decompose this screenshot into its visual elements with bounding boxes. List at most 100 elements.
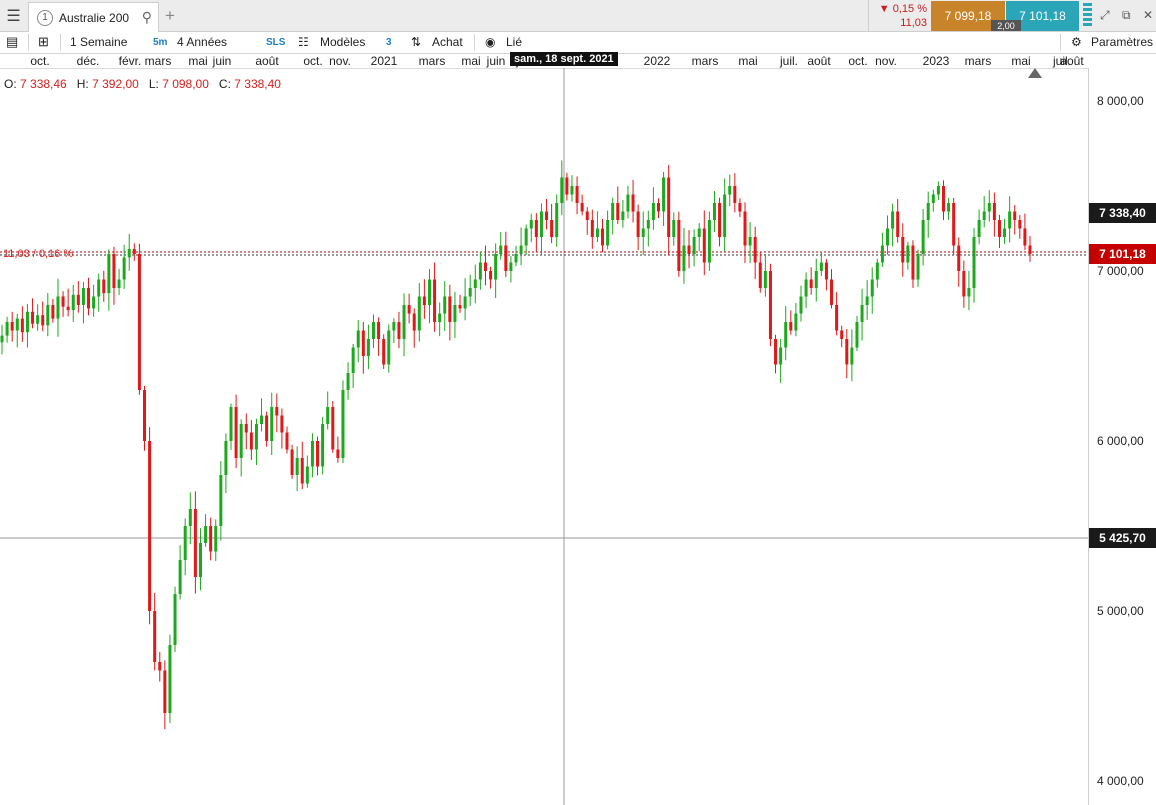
expand-icon[interactable]: ⤢: [1100, 8, 1110, 23]
candle: [534, 213, 538, 252]
candle: [957, 237, 961, 287]
candle-body: [458, 305, 462, 309]
candle: [397, 311, 401, 349]
candle-body: [153, 611, 157, 662]
candle: [148, 427, 152, 625]
candle: [142, 385, 146, 451]
candle-body: [46, 305, 50, 326]
candle: [672, 212, 676, 246]
candle-body: [550, 220, 554, 237]
candle: [962, 260, 966, 308]
interval-badge: 5m: [153, 37, 168, 48]
candle: [468, 274, 472, 306]
candle-body: [1028, 245, 1032, 254]
layout-grid-icon[interactable]: ⊞: [38, 34, 49, 50]
candle-body: [285, 432, 289, 450]
candle: [723, 178, 727, 252]
market-depth-icon[interactable]: [1083, 3, 1093, 29]
tab-australie-200[interactable]: 1 Australie 200 ⚲: [28, 2, 159, 32]
candle-body: [565, 177, 569, 195]
candle-body: [407, 305, 411, 314]
interval-selector[interactable]: 1 Semaine: [70, 35, 127, 49]
candle-body: [957, 245, 961, 271]
popout-icon[interactable]: ⧉: [1122, 8, 1131, 23]
models-icon[interactable]: ☷: [298, 35, 309, 49]
buy-button[interactable]: Achat: [432, 35, 463, 49]
candle: [1023, 213, 1027, 250]
candle: [46, 293, 50, 337]
candle: [122, 244, 126, 290]
candle-body: [260, 415, 264, 424]
time-axis-label: mars: [691, 54, 719, 68]
candle: [316, 436, 320, 476]
time-axis-label: mai: [188, 54, 208, 68]
time-axis-label: 2022: [643, 54, 671, 68]
candle-body: [509, 262, 513, 271]
buy-icon[interactable]: ⇅: [411, 35, 421, 49]
range-selector[interactable]: 4 Années: [177, 35, 227, 49]
candle: [911, 240, 915, 288]
candle-body: [611, 203, 615, 220]
candle: [967, 270, 971, 311]
close-value: 7 338,40: [234, 77, 281, 91]
candle: [636, 204, 640, 251]
candle-body: [830, 279, 834, 305]
add-tab-icon[interactable]: +: [165, 6, 175, 26]
candle-body: [244, 424, 248, 433]
candle: [758, 252, 762, 293]
candle: [824, 259, 828, 291]
candle-body: [478, 262, 482, 280]
candle-body: [906, 245, 910, 263]
candle: [891, 203, 895, 247]
candle: [768, 263, 772, 347]
candle-body: [188, 509, 192, 526]
candle: [570, 175, 574, 202]
candle-body: [483, 262, 487, 271]
list-icon[interactable]: ▤: [6, 34, 18, 50]
candle-body: [336, 449, 340, 458]
eye-icon[interactable]: ◉: [485, 35, 495, 49]
time-axis-label: mai: [461, 54, 481, 68]
hamburger-menu-icon[interactable]: ☰: [0, 0, 27, 31]
change-absolute: 11,03: [900, 17, 927, 29]
candle-body: [926, 203, 930, 220]
price-axis[interactable]: 8 000,00 7 000,00 6 000,00 5 000,00 4 00…: [1088, 68, 1156, 805]
time-axis-label: août: [1060, 54, 1084, 68]
close-icon[interactable]: ✕: [1143, 8, 1153, 22]
candle: [682, 228, 686, 284]
candle: [331, 401, 335, 453]
candle-body: [1003, 228, 1007, 237]
candle: [926, 191, 930, 238]
candle: [1013, 205, 1017, 235]
candle-body: [275, 407, 279, 416]
candle: [677, 211, 681, 277]
candle-body: [499, 245, 503, 254]
candle-body: [687, 245, 691, 254]
candle-body: [310, 441, 314, 467]
candle: [285, 426, 289, 454]
scroll-latest-icon[interactable]: [1028, 68, 1042, 78]
candle: [606, 210, 610, 250]
candle: [244, 413, 248, 450]
candle-body: [728, 186, 732, 195]
candle-body: [814, 271, 818, 288]
candle-body: [672, 220, 676, 237]
candle: [860, 288, 864, 341]
candlestick-chart[interactable]: [0, 68, 1088, 805]
linked-button[interactable]: Lié: [506, 35, 522, 49]
high-value: 7 392,00: [92, 77, 139, 91]
candle: [198, 528, 202, 591]
candle: [254, 418, 258, 466]
search-icon[interactable]: ⚲: [142, 9, 152, 26]
sls-badge[interactable]: SLS: [266, 37, 285, 48]
candle: [982, 196, 986, 228]
candle-body: [300, 458, 304, 484]
settings-gear-icon[interactable]: ⚙: [1071, 35, 1082, 49]
candle: [326, 391, 330, 430]
settings-button[interactable]: Paramètres: [1091, 35, 1153, 49]
candle-body: [204, 526, 208, 543]
models-button[interactable]: Modèles: [320, 35, 365, 49]
candle-body: [36, 315, 40, 324]
candle: [519, 227, 523, 266]
candle-body: [534, 220, 538, 237]
